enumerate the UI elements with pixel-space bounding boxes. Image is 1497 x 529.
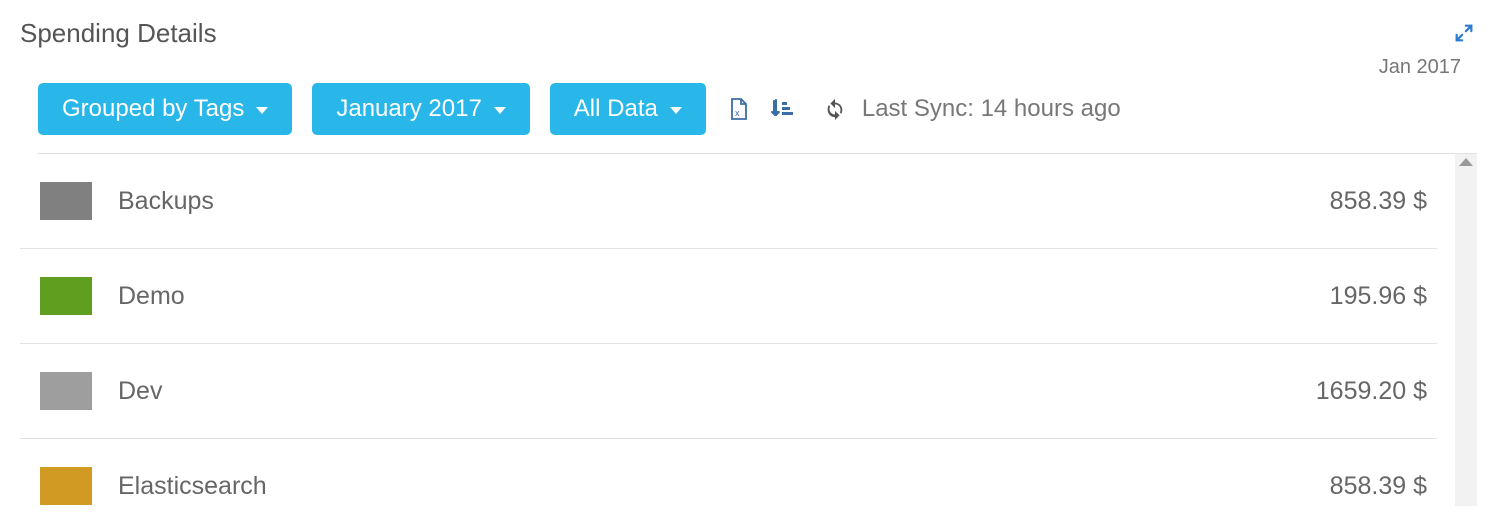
toolbar: Grouped by Tags January 2017 All Data x (38, 83, 1477, 154)
color-swatch (40, 277, 92, 315)
export-excel-icon[interactable]: x (726, 97, 750, 121)
period-label: Jan 2017 (1379, 56, 1461, 79)
group-by-label: Grouped by Tags (62, 97, 244, 121)
list-item-label: Dev (118, 377, 1316, 406)
caret-down-icon (670, 107, 682, 114)
list-item-amount: 195.96 $ (1330, 282, 1427, 311)
last-sync-text: Last Sync: 14 hours ago (862, 95, 1121, 123)
scrollbar[interactable] (1455, 154, 1477, 506)
spending-list: Backups 858.39 $ Demo 195.96 $ Dev 1659.… (20, 154, 1477, 529)
sort-icon[interactable] (770, 97, 794, 121)
list-item[interactable]: Elasticsearch 858.39 $ (20, 439, 1437, 529)
list-item[interactable]: Demo 195.96 $ (20, 249, 1437, 344)
color-swatch (40, 372, 92, 410)
data-filter-dropdown[interactable]: All Data (550, 83, 706, 135)
period-dropdown-label: January 2017 (336, 97, 481, 121)
period-dropdown[interactable]: January 2017 (312, 83, 529, 135)
list-item-amount: 858.39 $ (1330, 472, 1427, 501)
caret-down-icon (256, 107, 268, 114)
scroll-up-icon (1459, 158, 1473, 166)
list-item[interactable]: Backups 858.39 $ (20, 154, 1437, 249)
list-item-amount: 858.39 $ (1330, 187, 1427, 216)
spending-list-container: Backups 858.39 $ Demo 195.96 $ Dev 1659.… (20, 154, 1477, 506)
list-item[interactable]: Dev 1659.20 $ (20, 344, 1437, 439)
caret-down-icon (494, 107, 506, 114)
list-item-label: Elasticsearch (118, 472, 1330, 501)
spending-details-panel: Spending Details Jan 2017 Grouped by Tag… (0, 0, 1497, 529)
data-filter-label: All Data (574, 97, 658, 121)
list-item-label: Demo (118, 282, 1330, 311)
refresh-icon[interactable] (824, 98, 846, 120)
expand-icon[interactable] (1453, 22, 1475, 44)
group-by-dropdown[interactable]: Grouped by Tags (38, 83, 292, 135)
panel-title: Spending Details (20, 18, 1477, 49)
color-swatch (40, 467, 92, 505)
color-swatch (40, 182, 92, 220)
list-item-amount: 1659.20 $ (1316, 377, 1427, 406)
list-item-label: Backups (118, 187, 1330, 216)
svg-text:x: x (735, 108, 740, 118)
